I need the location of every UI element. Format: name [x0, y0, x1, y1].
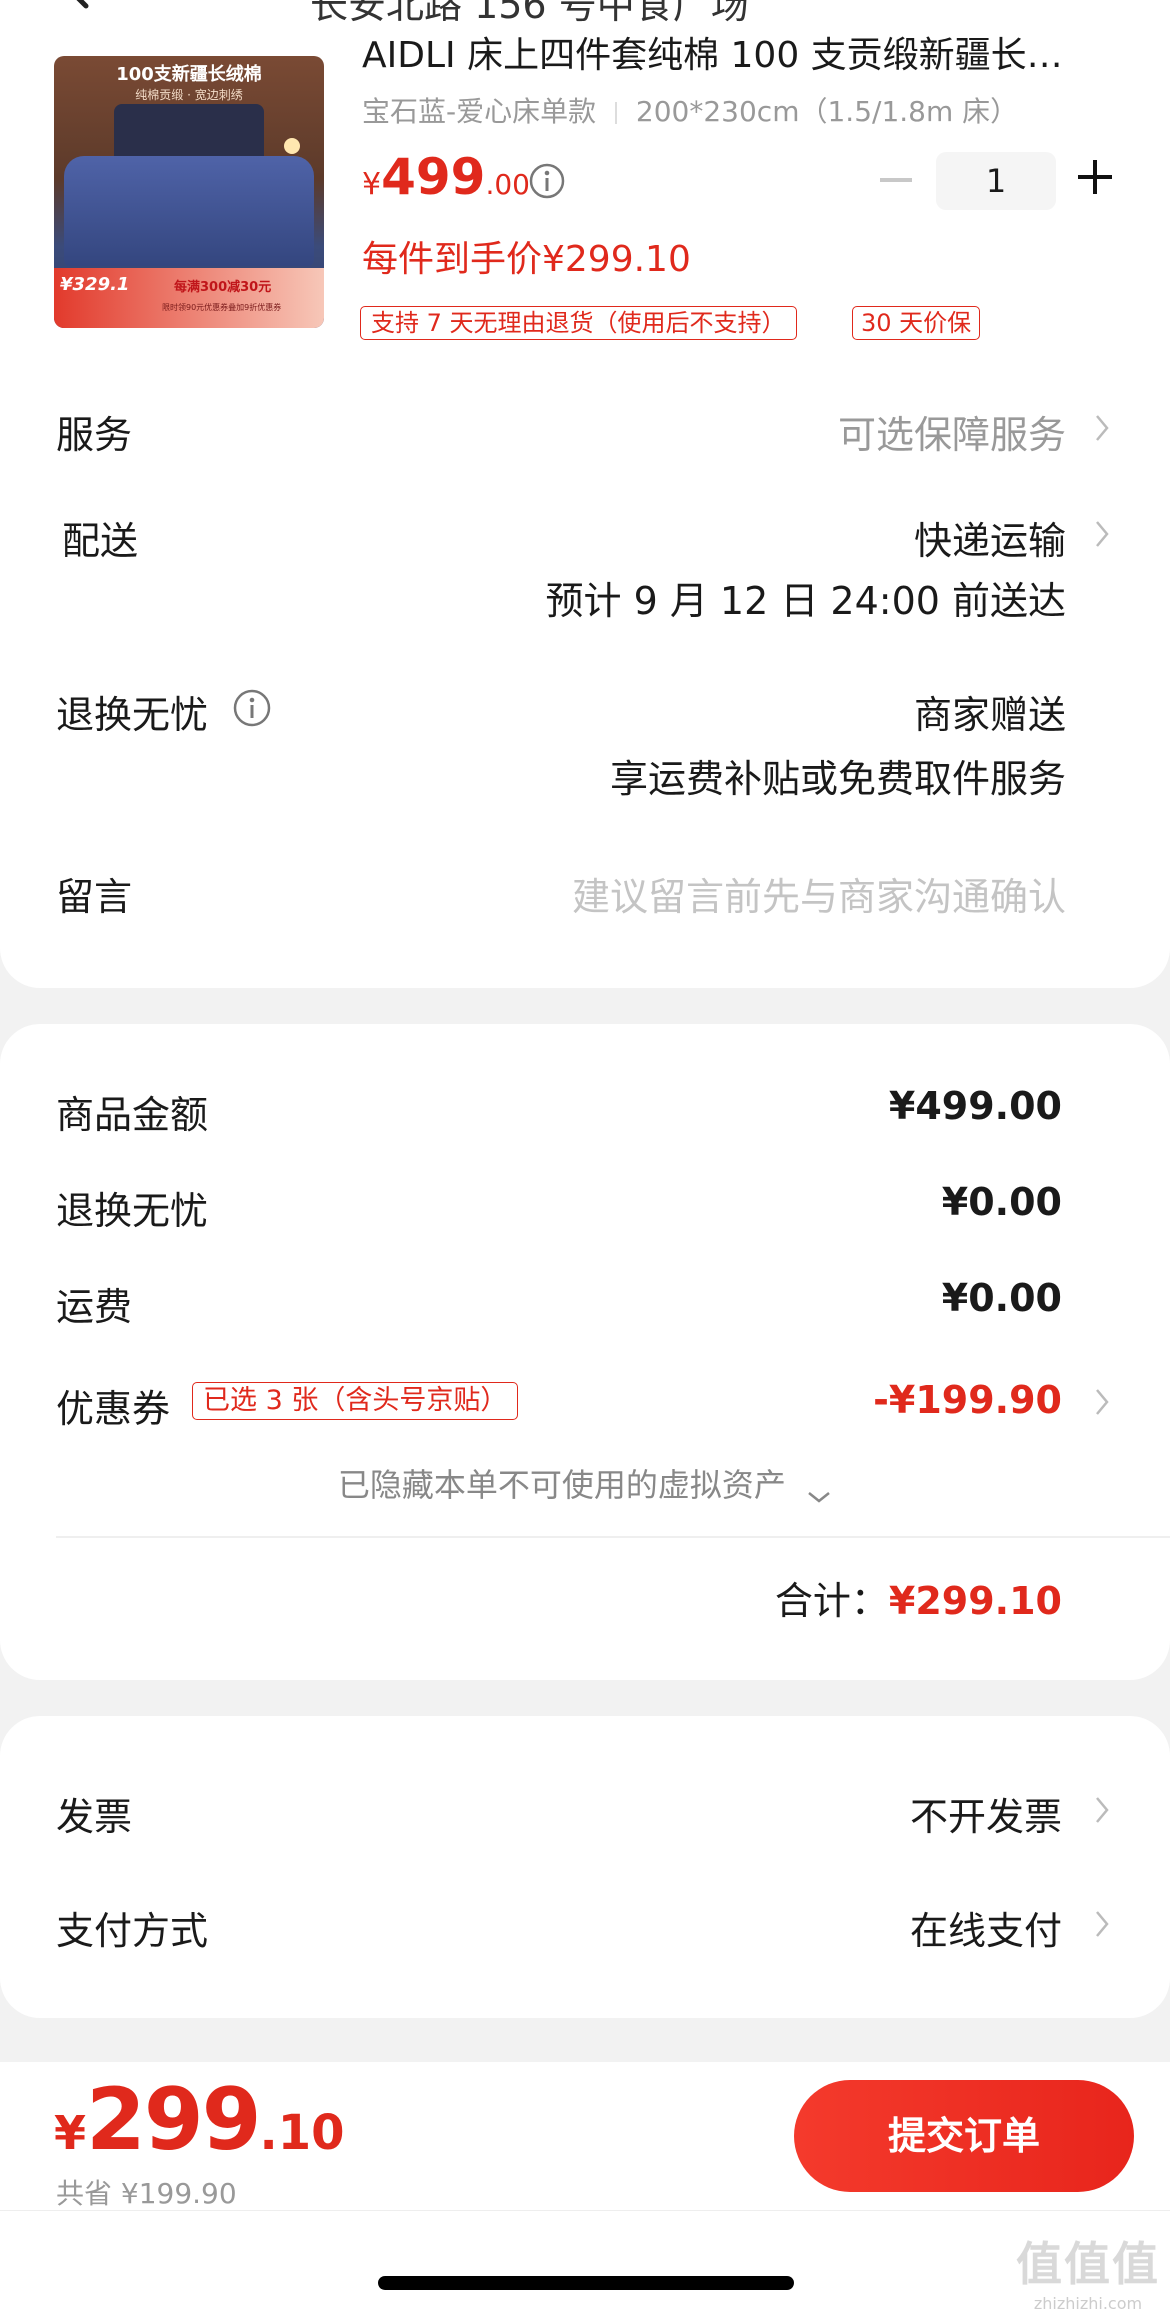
- quantity-value: 1: [985, 162, 1007, 200]
- hidden-assets-text: 已隐藏本单不可使用的虚拟资产: [337, 1466, 786, 1504]
- bottom-bar: ¥299.10 共省 ¥199.90 提交订单 值值值 zhizhizhi.co…: [0, 2062, 1170, 2314]
- spec-color: 宝石蓝-爱心床单款: [362, 95, 597, 128]
- invoice-value[interactable]: 不开发票: [910, 1786, 1062, 1841]
- delivery-label: 配送: [62, 519, 139, 563]
- increase-quantity-button[interactable]: [1078, 160, 1112, 194]
- service-value[interactable]: 可选保障服务: [838, 404, 1066, 459]
- total-row: 合计：¥299.10: [775, 1570, 1062, 1625]
- tag-return: 支持 7 天无理由退货（使用后不支持）: [360, 306, 797, 340]
- payment-value[interactable]: 在线支付: [910, 1900, 1062, 1955]
- invoice-label: 发票: [56, 1795, 133, 1839]
- worry-fee-value: ¥0.00: [941, 1180, 1062, 1224]
- spec-size: 200*230cm（1.5/1.8m 床）: [635, 95, 1019, 128]
- bottom-price-int: 299: [86, 2070, 262, 2170]
- total-label: 合计：: [774, 1579, 889, 1623]
- summary-divider: [56, 1536, 1170, 1538]
- home-indicator: [378, 2276, 794, 2290]
- goods-amount-value: ¥499.00: [888, 1084, 1062, 1128]
- headboard: [114, 104, 264, 164]
- shipping-fee-label: 运费: [56, 1285, 133, 1329]
- bottom-total-price: ¥299.10: [54, 2070, 345, 2170]
- coupon-label: 优惠券: [56, 1387, 171, 1431]
- worry-free-line2: 享运费补贴或免费取件服务: [609, 757, 1066, 801]
- price-summary-card: 商品金额 ¥499.00 退换无忧 ¥0.00 运费 ¥0.00 优惠券 已选 …: [0, 1024, 1170, 1680]
- chevron-down-icon: [806, 1477, 832, 1503]
- delivery-eta: 预计 9 月 12 日 24:00 前送达: [545, 579, 1066, 623]
- price-dec: .00: [485, 168, 530, 201]
- bottom-price-symbol: ¥: [54, 2106, 87, 2160]
- submit-order-label: 提交订单: [887, 2114, 1040, 2158]
- image-promo-bar: ¥329.1 每满300减30元 限时领90元优惠券叠加9折优惠券: [54, 268, 324, 328]
- service-label: 服务: [56, 413, 133, 457]
- coupon-tag[interactable]: 已选 3 张（含头号京贴）: [192, 1382, 519, 1420]
- chevron-right-icon: [1092, 408, 1114, 448]
- spec-divider: [615, 102, 618, 124]
- shipping-fee-value: ¥0.00: [941, 1276, 1062, 1320]
- invoice-payment-card: 发票 不开发票 支付方式 在线支付: [0, 1716, 1170, 2018]
- worry-free-label: 退换无忧: [56, 693, 209, 737]
- chevron-right-icon: [1092, 1382, 1114, 1422]
- bottom-divider: [0, 2210, 1170, 2211]
- goods-amount-label: 商品金额: [56, 1093, 209, 1137]
- info-icon[interactable]: [232, 688, 272, 728]
- submit-order-button[interactable]: 提交订单: [794, 2080, 1134, 2192]
- saved-amount: 共省 ¥199.90: [56, 2177, 237, 2210]
- chevron-right-icon: [1092, 514, 1114, 554]
- worry-free-line1: 商家赠送: [913, 693, 1066, 737]
- total-value: ¥299.10: [888, 1579, 1062, 1623]
- image-banner: 100支新疆长绒棉: [116, 64, 262, 85]
- order-detail-card: 100支新疆长绒棉 纯棉贡缎 · 宽边刺绣 ¥329.1 每满300减30元 限…: [0, 35, 1170, 988]
- price-symbol: ¥: [362, 167, 382, 202]
- hidden-assets-toggle[interactable]: 已隐藏本单不可使用的虚拟资产: [0, 1460, 1170, 1506]
- header-address[interactable]: 长安北路 156 号中食广场: [310, 0, 749, 29]
- decrease-quantity-button[interactable]: [880, 178, 912, 182]
- price-info-icon[interactable]: [528, 162, 566, 200]
- image-price-tag: ¥329.1: [60, 274, 130, 295]
- product-title[interactable]: AIDLI 床上四件套纯棉 100 支贡缎新疆长…: [362, 26, 1063, 78]
- coupon-value: -¥199.90: [873, 1378, 1062, 1422]
- watermark-logo: 值值值: [1016, 2237, 1160, 2291]
- watermark-url: zhizhizhi.com: [1033, 2294, 1143, 2313]
- image-sub: 纯棉贡缎 · 宽边刺绣: [135, 88, 243, 102]
- tag-price-protect: 30 天价保: [852, 306, 981, 340]
- bottom-price-dec: .10: [259, 2105, 345, 2161]
- image-promo: 每满300减30元: [174, 280, 272, 295]
- payment-label: 支付方式: [56, 1909, 209, 1953]
- lamp: [284, 138, 300, 154]
- product-spec: 宝石蓝-爱心床单款 200*230cm（1.5/1.8m 床）: [362, 90, 1018, 130]
- worry-fee-label: 退换无忧: [56, 1189, 209, 1233]
- image-promo-sub: 限时领90元优惠券叠加9折优惠券: [162, 303, 282, 312]
- per-item-price: 每件到手价¥299.10: [362, 239, 691, 280]
- quantity-input[interactable]: 1: [936, 152, 1056, 210]
- product-price: ¥499.00: [362, 148, 530, 206]
- chevron-right-icon: [1092, 1904, 1114, 1944]
- message-input[interactable]: 建议留言前先与商家沟通确认: [572, 866, 1066, 921]
- chevron-right-icon: [1092, 1790, 1114, 1830]
- price-int: 499: [381, 148, 486, 206]
- bed-blanket: [64, 156, 314, 266]
- product-image[interactable]: 100支新疆长绒棉 纯棉贡缎 · 宽边刺绣 ¥329.1 每满300减30元 限…: [54, 56, 324, 328]
- back-icon[interactable]: [56, 0, 100, 10]
- watermark: 值值值 zhizhizhi.com: [1016, 2228, 1160, 2313]
- delivery-method[interactable]: 快递运输: [914, 510, 1066, 565]
- message-label: 留言: [56, 875, 133, 919]
